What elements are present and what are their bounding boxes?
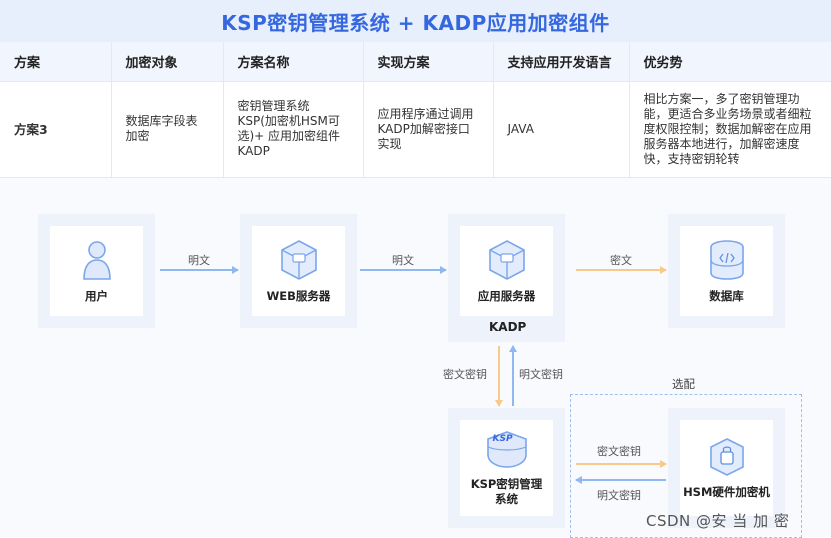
header-pros: 优劣势 [628,42,831,82]
cell-plan: 方案3 [0,81,111,178]
table-row: 方案3 数据库字段表加密 密钥管理系统KSP(加密机HSM可选)+ 应用加密组件… [0,81,831,178]
header-impl: 实现方案 [362,42,493,82]
edge-label-web-app: 明文 [392,254,414,267]
table-header-row: 方案 加密对象 方案名称 实现方案 支持应用开发语言 优劣势 [0,42,831,82]
header-plan: 方案 [0,42,111,82]
edge-label-user-web: 明文 [188,254,210,267]
cell-lang: JAVA [492,81,629,178]
architecture-diagram: 选配 用户 WEB服务器 应用服务器 KADP 数据库 KSP KSP密钥管理 … [0,178,831,538]
edge-label-up: 明文密钥 [519,368,563,381]
cell-pros: 相比方案一，多了密钥管理功能，更适合多业务场景或者细粒度权限控制；数据加解密在应… [628,81,831,178]
cell-target: 数据库字段表加密 [110,81,223,178]
page-title: KSP密钥管理系统 + KADP应用加密组件 [0,0,831,43]
edge-label-down: 密文密钥 [443,368,487,381]
edge-label-from-hsm: 明文密钥 [597,489,641,502]
header-name: 方案名称 [222,42,363,82]
diagram-arrows [160,266,667,484]
solution-table: 方案 加密对象 方案名称 实现方案 支持应用开发语言 优劣势 方案3 数据库字段… [0,42,831,178]
cell-impl: 应用程序通过调用KADP加解密接口实现 [362,81,493,178]
header-target: 加密对象 [110,42,223,82]
header-lang: 支持应用开发语言 [492,42,629,82]
edge-label-to-hsm: 密文密钥 [597,445,641,458]
watermark: CSDN @安 当 加 密 [646,512,790,530]
cell-name: 密钥管理系统KSP(加密机HSM可选)+ 应用加密组件KADP [222,81,363,178]
edge-label-app-db: 密文 [610,254,632,267]
